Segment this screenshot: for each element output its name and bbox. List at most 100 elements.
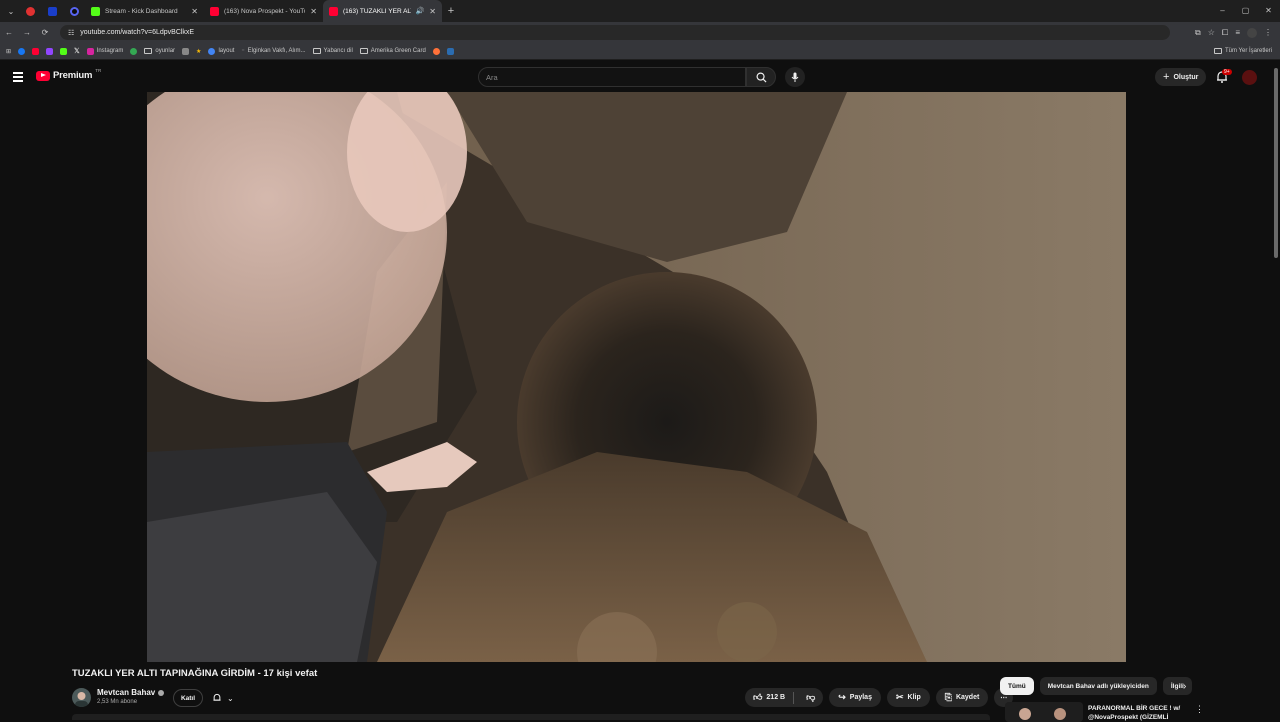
like-count: 212 B	[766, 694, 786, 701]
audio-playing-icon[interactable]: 🔊	[416, 7, 425, 15]
all-bookmarks[interactable]: Tüm Yer İşaretleri	[1213, 48, 1272, 54]
save-button[interactable]: ⎘ Kaydet	[935, 688, 989, 707]
bookmark-green-card[interactable]: Amerika Green Card	[359, 48, 426, 54]
search-button[interactable]	[746, 67, 776, 87]
youtube-icon	[32, 47, 40, 55]
related-filter-chips: Tümü Mevtcan Bahav adlı yükleyiciden İlg…	[1000, 677, 1192, 695]
bookmark-kick[interactable]	[60, 47, 68, 55]
profile-icon[interactable]	[1247, 27, 1257, 38]
bookmarks-bar: ⊞ 𝕏 Instagram oyunlar ★ layout ⁻ Elginkan…	[0, 43, 1280, 60]
bookmark-label: Yabancı dil	[323, 48, 353, 54]
minimize-icon[interactable]: –	[1211, 0, 1234, 22]
search-icon	[756, 72, 767, 83]
chevron-down-icon: ⌄	[227, 693, 234, 703]
apps-icon[interactable]: ⊞	[6, 48, 11, 55]
chip-related[interactable]: İlgili	[1162, 677, 1192, 695]
search-input[interactable]: Ara	[478, 67, 746, 87]
browser-tab-bar: ⌄ Stream - Kick Dashboard ✕ (163) Nova P…	[0, 0, 1280, 22]
chip-from-uploader[interactable]: Mevtcan Bahav adlı yükleyiciden	[1039, 677, 1157, 695]
pinned-tab-3[interactable]	[63, 0, 85, 22]
dislike-button[interactable]: 👎︎	[798, 692, 823, 703]
recommendation-menu-icon[interactable]: ⋮	[1195, 704, 1204, 715]
drive-icon	[130, 47, 138, 55]
bookmark-star-icon[interactable]: ☆	[1208, 28, 1215, 37]
youtube-logo[interactable]: Premium TR	[36, 68, 102, 81]
bookmark-gmail[interactable]	[182, 47, 190, 55]
create-label: Oluştur	[1173, 73, 1199, 81]
bookmark-oyunlar[interactable]: oyunlar	[144, 48, 175, 54]
close-tab-icon[interactable]: ✕	[191, 7, 198, 16]
voice-search-button[interactable]	[785, 67, 805, 87]
extensions-icon[interactable]: ⧠	[1222, 28, 1228, 38]
recommendation-thumbnail[interactable]	[1005, 702, 1083, 722]
channel-name[interactable]: Mevtcan Bahav	[97, 688, 165, 697]
address-toolbar: ← → ⟳ ☷ youtube.com/watch?v=6LdpvBClkxE …	[0, 22, 1280, 43]
bookmark-grid[interactable]	[446, 47, 454, 55]
maximize-icon[interactable]: ▢	[1234, 0, 1257, 22]
site-info-icon[interactable]: ☷	[68, 29, 74, 37]
tab-kick-dashboard[interactable]: Stream - Kick Dashboard ✕	[85, 0, 204, 22]
account-avatar[interactable]	[1242, 70, 1257, 85]
bookmark-orange[interactable]	[432, 47, 440, 55]
create-button[interactable]: + Oluştur	[1155, 68, 1207, 86]
close-window-icon[interactable]: ✕	[1257, 0, 1280, 22]
bookmark-instagram[interactable]: Instagram	[86, 47, 124, 55]
new-tab-button[interactable]: +	[442, 5, 460, 17]
tab-title: Stream - Kick Dashboard	[105, 7, 178, 15]
pinned-favicon-icon	[69, 6, 79, 16]
firefox-icon	[432, 47, 440, 55]
channel-avatar[interactable]	[72, 688, 91, 707]
media-icon[interactable]: ≡	[1235, 28, 1240, 37]
scrollbar-thumb[interactable]	[1274, 68, 1278, 258]
video-player[interactable]	[147, 92, 1126, 662]
bookmark-elginkan[interactable]: ⁻ Elginkan Vakfı, Alım...	[241, 48, 305, 55]
thumbnail-image	[1005, 702, 1083, 722]
bookmark-x[interactable]: 𝕏	[74, 47, 80, 55]
install-icon[interactable]: ⧉	[1195, 28, 1201, 38]
bookmark-label: Elginkan Vakfı, Alım...	[247, 48, 306, 54]
logo-country: TR	[95, 68, 102, 73]
tab-search-icon[interactable]: ⌄	[3, 3, 19, 19]
kick-favicon-icon	[91, 6, 100, 16]
tab-current-video[interactable]: (163) TUZAKLI YER ALTI TAPI 🔊 ✕	[323, 0, 442, 22]
bookmark-yabanci-dil[interactable]: Yabancı dil	[312, 48, 353, 54]
bookmark-facebook[interactable]	[18, 47, 26, 55]
hamburger-menu-icon[interactable]	[13, 72, 23, 84]
folder-icon	[1213, 48, 1222, 54]
bookmark-label: layout	[218, 48, 235, 54]
bookmark-youtube[interactable]	[32, 47, 40, 55]
bookmark-label: Instagram	[96, 48, 124, 54]
grid-icon	[446, 47, 454, 55]
pinned-tab-1[interactable]	[19, 0, 41, 22]
logo-text: Premium	[53, 70, 93, 81]
chip-all[interactable]: Tümü	[1000, 677, 1034, 695]
close-tab-icon[interactable]: ✕	[429, 7, 436, 16]
share-icon: ↪	[838, 692, 846, 702]
bookmark-gold[interactable]: ★	[196, 48, 201, 55]
reload-icon[interactable]: ⟳	[36, 28, 54, 37]
chevron-right-icon[interactable]: ›	[1183, 681, 1186, 692]
tab-nova-prospekt[interactable]: (163) Nova Prospekt - YouTube ✕	[204, 0, 323, 22]
bookmark-drive[interactable]	[130, 47, 138, 55]
browser-menu-icon[interactable]: ⋮	[1264, 28, 1272, 37]
share-button[interactable]: ↪ Paylaş	[829, 688, 881, 707]
bookmark-layout[interactable]: layout	[208, 47, 235, 55]
subscribed-notifications-button[interactable]: ⌄	[208, 689, 242, 707]
tab-title: (163) TUZAKLI YER ALTI TAPI	[343, 7, 411, 15]
pinned-tab-2[interactable]	[41, 0, 63, 22]
close-tab-icon[interactable]: ✕	[310, 7, 317, 16]
bookmark-twitch[interactable]	[46, 47, 54, 55]
like-button[interactable]: 👍︎ 212 B	[745, 691, 795, 704]
clip-button[interactable]: ✂ Klip	[886, 688, 930, 707]
join-button[interactable]: Katıl	[173, 689, 203, 707]
share-label: Paylaş	[849, 694, 872, 701]
mail-icon	[182, 47, 190, 55]
recommendation-title[interactable]: PARANORMAL BİR GECE ! w/ @NovaProspekt (…	[1088, 704, 1188, 722]
url-bar[interactable]: ☷ youtube.com/watch?v=6LdpvBClkxE	[60, 25, 1170, 40]
folder-icon	[359, 48, 368, 54]
forward-icon[interactable]: →	[18, 28, 36, 37]
description-box-edge	[72, 714, 990, 720]
back-icon[interactable]: ←	[0, 28, 18, 37]
page-scrollbar[interactable]	[1272, 62, 1280, 720]
pinned-favicon-icon	[25, 6, 35, 16]
